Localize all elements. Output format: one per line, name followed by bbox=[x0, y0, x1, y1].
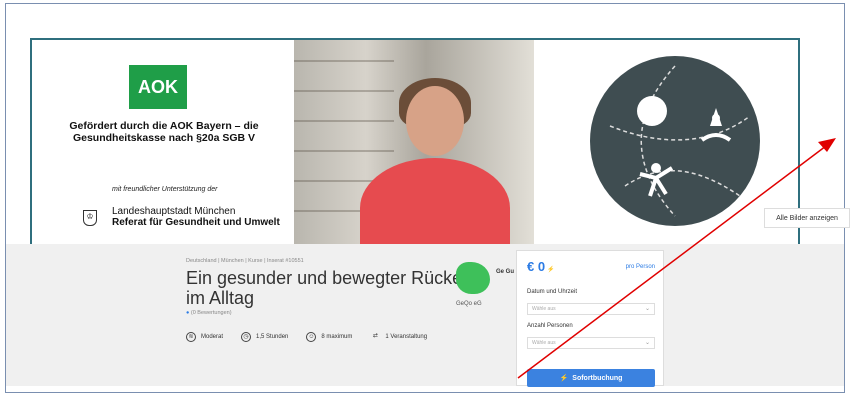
city-department: Referat für Gesundheit und Umwelt bbox=[112, 217, 280, 228]
persons-select[interactable]: Wähle aus ⌄ bbox=[527, 337, 655, 349]
instant-booking-button[interactable]: ⚡ Sofortbuchung bbox=[527, 369, 655, 387]
instructor-photo[interactable] bbox=[294, 40, 534, 244]
organizer-logo-label: Ge Gu bbox=[496, 269, 515, 275]
level-icon: ≋ bbox=[186, 332, 196, 342]
date-select[interactable]: Wähle aus ⌄ bbox=[527, 303, 655, 315]
course-details: Deutschland | München | Kurse | Inserat … bbox=[6, 244, 844, 387]
image-gallery[interactable]: AOK Gefördert durch die AOK Bayern – die… bbox=[30, 38, 800, 244]
bolt-icon: ⚡ bbox=[547, 267, 555, 273]
organizer-name[interactable]: GeQo eG bbox=[456, 301, 482, 307]
date-placeholder: Wähle aus bbox=[532, 306, 556, 312]
feature-level: ≋ Moderat bbox=[186, 332, 223, 342]
feature-events: ⇄ 1 Veranstaltung bbox=[370, 332, 427, 342]
aok-logo: AOK bbox=[129, 65, 187, 109]
feature-label: Moderat bbox=[201, 334, 224, 340]
persons-placeholder: Wähle aus bbox=[532, 340, 556, 346]
city-name: Landeshauptstadt München bbox=[112, 206, 236, 217]
bolt-icon: ⚡ bbox=[559, 375, 569, 382]
feature-capacity: ☺ 8 maximum bbox=[306, 332, 352, 342]
city-text: Landeshauptstadt München Referat für Ges… bbox=[112, 206, 292, 228]
rating-count: (0 Bewertungen) bbox=[190, 310, 232, 316]
feature-label: 1,5 Stunden bbox=[256, 334, 289, 340]
wellness-circle-icon bbox=[590, 56, 760, 226]
course-features: ≋ Moderat ◷ 1,5 Stunden ☺ 8 maximum ⇄ 1 Vera… bbox=[186, 332, 427, 342]
chevron-down-icon: ⌄ bbox=[644, 306, 650, 312]
price: € 0 ⚡ bbox=[527, 259, 555, 274]
sponsor-image[interactable]: AOK Gefördert durch die AOK Bayern – die… bbox=[32, 40, 294, 244]
feature-label: 1 Veranstaltung bbox=[385, 334, 428, 340]
repeat-icon: ⇄ bbox=[372, 333, 378, 339]
price-value: € 0 bbox=[527, 259, 546, 274]
person-face bbox=[406, 86, 464, 156]
show-all-images-button[interactable]: Alle Bilder anzeigen bbox=[764, 208, 850, 228]
chevron-down-icon: ⌄ bbox=[644, 340, 650, 346]
people-icon: ☺ bbox=[306, 332, 317, 342]
clock-icon: ◷ bbox=[241, 332, 252, 342]
rating[interactable]: ● (0 Bewertungen) bbox=[186, 310, 232, 316]
course-title: Ein gesunder und bewegter Rücken im Allt… bbox=[186, 268, 473, 308]
munich-crest-icon: ♔ bbox=[83, 210, 97, 226]
breadcrumb[interactable]: Deutschland | München | Kurse | Inserat … bbox=[186, 258, 304, 264]
feature-label: 8 maximum bbox=[321, 334, 353, 340]
rating-star-icon: ● bbox=[186, 310, 190, 316]
person-shirt bbox=[360, 158, 510, 244]
booking-button-label: Sofortbuchung bbox=[572, 374, 623, 382]
organizer-logo-icon[interactable] bbox=[456, 262, 490, 294]
sponsor-text: Gefördert durch die AOK Bayern – die Ges… bbox=[69, 120, 259, 144]
support-text: mit freundlicher Unterstützung der bbox=[112, 186, 218, 193]
date-label: Datum und Uhrzeit bbox=[527, 289, 578, 295]
booking-widget: € 0 ⚡ pro Person Datum und Uhrzeit Wähle … bbox=[516, 250, 664, 387]
persons-label: Anzahl Personen bbox=[527, 323, 573, 329]
wellness-logo-image[interactable] bbox=[534, 40, 798, 244]
feature-duration: ◷ 1,5 Stunden bbox=[241, 332, 288, 342]
per-person-label: pro Person bbox=[625, 264, 655, 270]
